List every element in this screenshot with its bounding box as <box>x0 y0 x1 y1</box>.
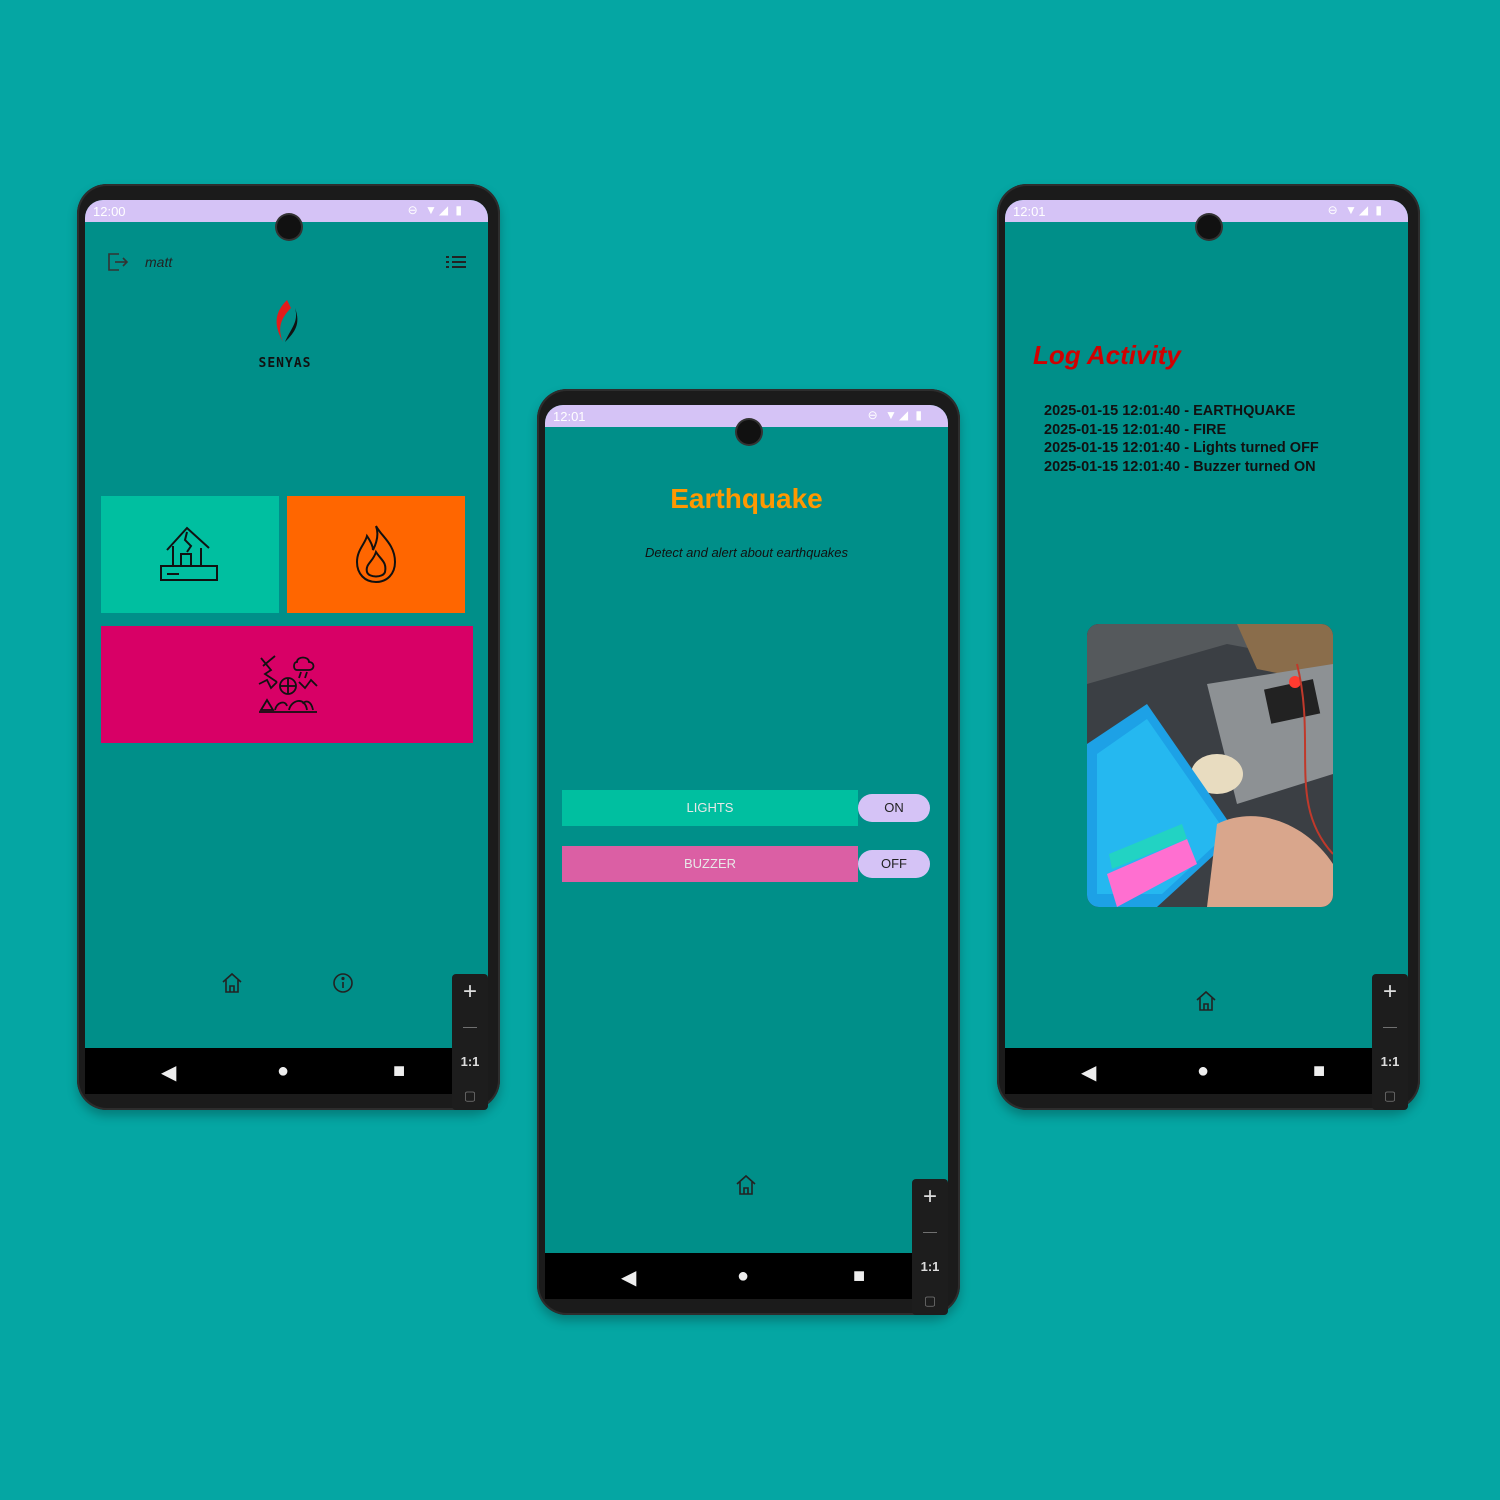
log-entry: 2025-01-15 12:01:40 - Buzzer turned ON <box>1044 458 1316 475</box>
zoom-in-button[interactable]: + <box>912 1183 948 1211</box>
fit-screen-icon[interactable]: ▢ <box>1372 1088 1408 1104</box>
status-icons: ⊖ ▼◢ ▮ <box>867 408 924 422</box>
home-icon[interactable] <box>1195 990 1217 1017</box>
device-photo-image <box>1087 624 1333 907</box>
lights-toggle-button[interactable]: ON <box>858 794 930 822</box>
home-circle-icon[interactable]: ● <box>1197 1060 1209 1083</box>
home-circle-icon[interactable]: ● <box>737 1265 749 1288</box>
status-icons: ⊖ ▼◢ ▮ <box>407 203 464 217</box>
phone-log: 12:01 ⊖ ▼◢ ▮ Log Activity 2025-01-15 12:… <box>997 184 1420 1110</box>
multi-hazard-icon <box>257 652 319 721</box>
status-time: 12:00 <box>93 204 126 219</box>
info-icon[interactable] <box>332 972 354 999</box>
zoom-in-button[interactable]: + <box>452 978 488 1006</box>
emulator-zoom-control: + — 1:1 ▢ <box>912 1179 948 1315</box>
system-nav-bar: ◀ ● ■ <box>545 1253 948 1299</box>
recents-icon[interactable]: ■ <box>853 1265 865 1288</box>
home-icon[interactable] <box>735 1174 757 1201</box>
zoom-reset-button[interactable]: 1:1 <box>452 1054 488 1069</box>
lights-label: LIGHTS <box>562 790 858 826</box>
home-icon[interactable] <box>221 972 243 999</box>
system-nav-bar: ◀ ● ■ <box>1005 1048 1408 1094</box>
recents-icon[interactable]: ■ <box>1313 1060 1325 1083</box>
senyas-logo-icon <box>265 298 305 348</box>
lights-control-row: LIGHTS ON <box>562 790 932 826</box>
log-entry: 2025-01-15 12:01:40 - Lights turned OFF <box>1044 440 1319 456</box>
zoom-out-button[interactable]: — <box>912 1223 948 1239</box>
log-screen: 12:01 ⊖ ▼◢ ▮ Log Activity 2025-01-15 12:… <box>1005 200 1408 1048</box>
back-icon[interactable]: ◀ <box>161 1060 176 1085</box>
earthquake-house-icon <box>157 522 221 591</box>
status-time: 12:01 <box>553 409 586 424</box>
log-list: 2025-01-15 12:01:40 - EARTHQUAKE 2025-01… <box>1044 402 1319 476</box>
recents-icon[interactable]: ■ <box>393 1060 405 1083</box>
home-screen: 12:00 ⊖ ▼◢ ▮ matt SENYAS <box>85 200 488 1048</box>
fit-screen-icon[interactable]: ▢ <box>912 1293 948 1309</box>
fit-screen-icon[interactable]: ▢ <box>452 1088 488 1104</box>
emulator-zoom-control: + — 1:1 ▢ <box>452 974 488 1110</box>
menu-list-icon[interactable] <box>445 252 467 272</box>
fire-icon <box>345 522 407 591</box>
zoom-out-button[interactable]: — <box>452 1018 488 1034</box>
page-subtitle: Detect and alert about earthquakes <box>644 545 849 560</box>
status-time: 12:01 <box>1013 204 1046 219</box>
back-icon[interactable]: ◀ <box>621 1265 636 1290</box>
buzzer-control-row: BUZZER OFF <box>562 846 932 882</box>
zoom-out-button[interactable]: — <box>1372 1018 1408 1034</box>
username: matt <box>145 254 173 270</box>
front-camera <box>736 420 761 444</box>
front-camera <box>1196 215 1221 239</box>
earthquake-tile[interactable] <box>101 496 279 613</box>
fire-tile[interactable] <box>287 496 465 613</box>
page-title: Log Activity <box>1033 340 1181 370</box>
zoom-in-button[interactable]: + <box>1372 978 1408 1006</box>
logout-icon[interactable] <box>105 250 129 274</box>
buzzer-toggle-button[interactable]: OFF <box>858 850 930 878</box>
detail-screen: 12:01 ⊖ ▼◢ ▮ Earthquake Detect and alert… <box>545 405 948 1253</box>
log-entry: 2025-01-15 12:01:40 - FIRE <box>1044 421 1227 438</box>
status-icons: ⊖ ▼◢ ▮ <box>1327 203 1384 217</box>
logo-text: SENYAS <box>258 356 312 371</box>
multi-hazard-tile[interactable] <box>101 626 473 743</box>
emulator-zoom-control: + — 1:1 ▢ <box>1372 974 1408 1110</box>
zoom-reset-button[interactable]: 1:1 <box>1372 1054 1408 1069</box>
home-circle-icon[interactable]: ● <box>277 1060 289 1083</box>
system-nav-bar: ◀ ● ■ <box>85 1048 488 1094</box>
page-title: Earthquake <box>670 483 823 514</box>
back-icon[interactable]: ◀ <box>1081 1060 1096 1085</box>
phone-detail: 12:01 ⊖ ▼◢ ▮ Earthquake Detect and alert… <box>537 389 960 1315</box>
front-camera <box>276 215 301 239</box>
phone-home: 12:00 ⊖ ▼◢ ▮ matt SENYAS ◀ ● ■ + — 1:1 ▢ <box>77 184 500 1110</box>
log-entry: 2025-01-15 12:01:40 - EARTHQUAKE <box>1044 403 1296 419</box>
buzzer-label: BUZZER <box>562 846 858 882</box>
zoom-reset-button[interactable]: 1:1 <box>912 1259 948 1274</box>
